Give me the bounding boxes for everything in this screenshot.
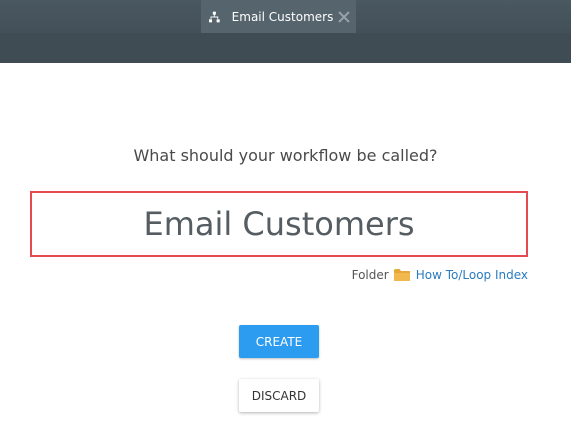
tab-email-customers[interactable]: Email Customers (201, 0, 356, 33)
close-icon[interactable] (337, 10, 348, 24)
folder-label: Folder (351, 268, 389, 282)
create-button[interactable]: CREATE (239, 325, 319, 358)
top-bar: Email Customers (0, 0, 571, 63)
discard-button[interactable]: DISCARD (239, 379, 319, 412)
tab-label: Email Customers (231, 9, 334, 24)
workflow-name-input[interactable] (32, 193, 526, 255)
workflow-name-field-container (30, 191, 528, 257)
folder-path-link[interactable]: How To/Loop Index (416, 268, 528, 282)
toolbar-strip (0, 33, 571, 63)
workflow-icon (209, 11, 220, 22)
folder-row: Folder How To/Loop Index (352, 268, 528, 282)
dialog-prompt: What should your workflow be called? (133, 146, 438, 165)
folder-icon (393, 269, 410, 281)
